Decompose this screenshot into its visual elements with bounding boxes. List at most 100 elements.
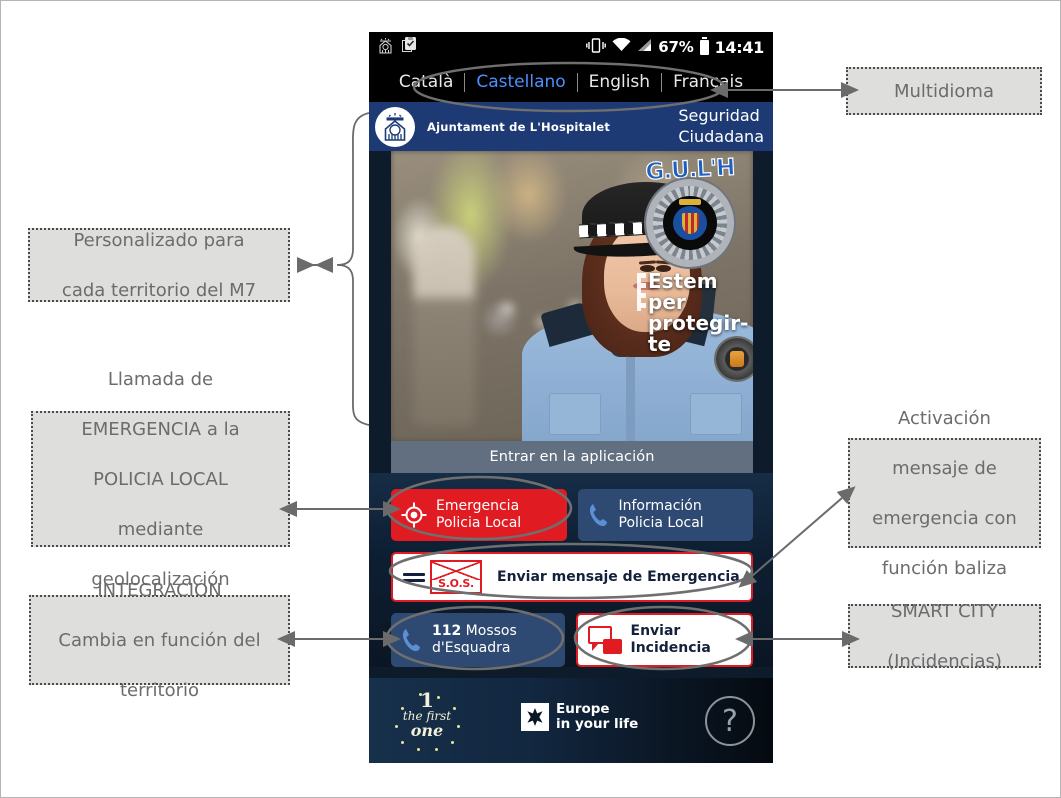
municipality-name: Ajuntament de L'Hospitalet xyxy=(427,119,611,134)
the-first-one-logo: 1 the first one xyxy=(391,688,463,753)
help-button[interactable]: ? xyxy=(705,696,755,746)
checker-pattern-decor xyxy=(637,273,646,311)
battery-percent: 67% xyxy=(658,38,694,56)
language-option-english[interactable]: English xyxy=(578,72,661,92)
europe-logo-text: Europe in your life xyxy=(556,702,638,732)
europe-star-icon xyxy=(521,703,549,731)
screenshot-root: 67% 14:41 Català Castellano English Fran… xyxy=(0,0,1061,798)
line-3: POLICIA LOCAL xyxy=(93,468,228,490)
motion-lines-decor xyxy=(403,570,425,585)
annotation-activacion-text: Activación mensaje de emergencia con fun… xyxy=(860,406,1029,581)
app-footer: 1 the first one Europe in your life ? xyxy=(369,678,773,763)
annotation-integracion: INTEGRACIÓN Cambia en función del territ… xyxy=(29,580,290,701)
emergencia-policia-local-button[interactable]: Emergencia Policia Local xyxy=(391,489,567,541)
button-row-1: Emergencia Policia Local Información Pol… xyxy=(391,489,753,541)
language-selector[interactable]: Català Castellano English Français xyxy=(369,62,773,102)
first-one-one: one xyxy=(410,721,444,740)
annotation-personalizado-text: Personalizado para cada territorio del M… xyxy=(50,228,268,303)
emergencia-label: Emergencia Policia Local xyxy=(436,498,521,532)
battery-icon xyxy=(699,36,709,55)
europe-line-1: Europe xyxy=(556,701,610,717)
wifi-icon xyxy=(612,37,631,56)
vibrate-icon xyxy=(586,37,607,57)
gulh-badge-center xyxy=(673,206,707,240)
informacion-line-2: Policia Local xyxy=(618,515,704,531)
annotation-llamada-emergencia: Llamada de EMERGENCIA a la POLICIA LOCAL… xyxy=(31,369,290,590)
emergencia-line-1: Emergencia xyxy=(436,498,520,514)
line-4: mediante xyxy=(117,518,204,540)
crown-icon xyxy=(679,199,701,205)
slogan-line-2: protegir-te xyxy=(648,311,749,356)
brace-personalizado xyxy=(336,112,370,426)
button-row-3: 112 Mossos d'Esquadra Enviar Incidencia xyxy=(391,613,753,667)
informacion-policia-local-button[interactable]: Información Policia Local xyxy=(577,489,753,541)
annotation-activacion-baliza: Activación mensaje de emergencia con fun… xyxy=(848,408,1041,579)
hero-photo: G.U.L'H Estem per protegir-te xyxy=(391,151,753,441)
signal-icon xyxy=(637,38,652,56)
annotation-multidioma: Multidioma xyxy=(846,67,1042,115)
line-3: territorio xyxy=(119,679,200,701)
annotation-integracion-text: INTEGRACIÓN Cambia en función del territ… xyxy=(46,578,272,703)
line-1: Activación xyxy=(898,407,991,429)
section-line-1: Seguridad xyxy=(678,106,760,125)
android-status-bar: 67% 14:41 xyxy=(369,32,773,62)
hospitalet-crest-icon xyxy=(375,106,415,147)
status-bar-left-icons xyxy=(378,37,417,58)
gulh-slogan: Estem per protegir-te xyxy=(635,269,749,356)
europe-in-your-life-logo: Europe in your life xyxy=(521,702,638,732)
app-header: Ajuntament de L'Hospitalet Seguridad Ciu… xyxy=(369,102,773,151)
crest-notification-icon xyxy=(378,37,393,58)
annotation-smartcity-text: SMART CITY (Incidencias) xyxy=(875,599,1014,674)
language-option-castellano[interactable]: Castellano xyxy=(465,72,576,92)
status-bar-right-icons: 67% 14:41 xyxy=(586,36,765,57)
line-4: función baliza xyxy=(881,557,1008,579)
annotation-personalizado: Personalizado para cada territorio del M… xyxy=(28,228,290,302)
phone-screen: 67% 14:41 Català Castellano English Fran… xyxy=(369,32,773,763)
mossos-label: 112 Mossos d'Esquadra xyxy=(432,623,517,657)
button-row-2: S.O.S. Enviar mensaje de Emergencia xyxy=(391,552,753,602)
line-1: SMART CITY xyxy=(890,600,999,622)
enviar-incidencia-button[interactable]: Enviar Incidencia xyxy=(575,613,753,667)
sos-text: S.O.S. xyxy=(438,577,474,590)
line-2: (Incidencias) xyxy=(887,650,1002,672)
language-option-francais[interactable]: Français xyxy=(662,72,754,92)
line-2: mensaje de xyxy=(892,457,997,479)
sos-label: Enviar mensaje de Emergencia xyxy=(497,568,740,585)
annotation-smart-city: SMART CITY (Incidencias) xyxy=(848,601,1041,672)
mossos-number: 112 xyxy=(432,623,462,639)
mossos-line-1-rest: Mossos xyxy=(461,623,517,639)
chat-bubbles-icon xyxy=(587,626,622,654)
app-section-title: Seguridad Ciudadana xyxy=(678,105,764,147)
europe-line-2: in your life xyxy=(556,716,639,732)
line-2: Cambia en función del xyxy=(58,629,261,651)
incidencia-line-1: Enviar xyxy=(630,623,681,639)
line-1: INTEGRACIÓN xyxy=(97,579,222,601)
emergencia-line-2: Policia Local xyxy=(436,515,522,531)
incidencia-line-2: Incidencia xyxy=(630,640,711,656)
informacion-line-1: Información xyxy=(618,498,702,514)
language-option-catala[interactable]: Català xyxy=(388,72,465,92)
annotation-multidioma-text: Multidioma xyxy=(893,80,994,102)
clipboard-check-icon xyxy=(402,37,417,57)
line-3: emergencia con xyxy=(872,507,1017,529)
catalan-shield-icon xyxy=(681,212,699,234)
geolocation-target-icon xyxy=(401,502,427,528)
envelope-shape: S.O.S. xyxy=(430,560,482,594)
line-1: Llamada de xyxy=(107,368,214,390)
mossos-esquadra-button[interactable]: 112 Mossos d'Esquadra xyxy=(391,613,565,667)
sos-envelope-icon: S.O.S. xyxy=(403,560,482,594)
first-one-number: 1 xyxy=(420,688,434,712)
phone-icon xyxy=(401,627,423,653)
section-line-2: Ciudadana xyxy=(678,127,764,146)
enviar-mensaje-emergencia-button[interactable]: S.O.S. Enviar mensaje de Emergencia xyxy=(391,552,753,602)
status-bar-clock: 14:41 xyxy=(714,37,765,57)
enter-app-button[interactable]: Entrar en la aplicación xyxy=(391,441,753,473)
line-1: Personalizado para xyxy=(73,229,245,251)
incidencia-label: Enviar Incidencia xyxy=(631,623,711,657)
line-2: cada territorio del M7 xyxy=(61,279,257,301)
mossos-line-2: d'Esquadra xyxy=(432,640,511,656)
action-buttons-panel: Emergencia Policia Local Información Pol… xyxy=(369,473,773,667)
gulh-badge: G.U.L'H Estem per protegir-te xyxy=(635,154,749,356)
informacion-label: Información Policia Local xyxy=(619,498,704,532)
slogan-line-1: Estem per xyxy=(648,269,718,314)
